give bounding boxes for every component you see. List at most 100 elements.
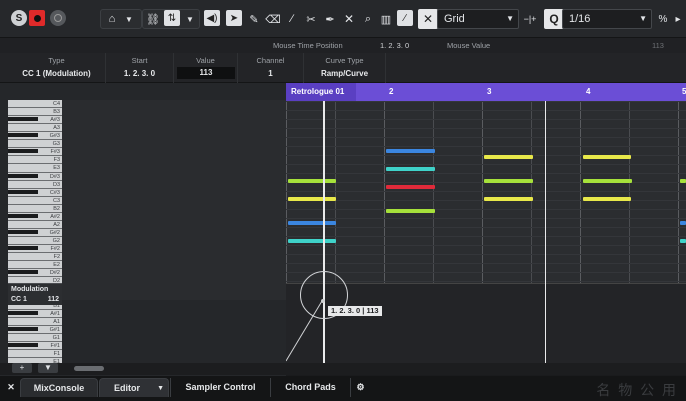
midi-note[interactable] [583,197,631,201]
grid-row-line [286,245,686,246]
quantize-select[interactable]: 1/16 ▼ [562,9,652,29]
tab-mixconsole[interactable]: MixConsole [20,378,98,397]
start-value[interactable]: 1. 2. 3. 0 [106,69,173,78]
grid-row-line [286,281,686,282]
midi-note[interactable] [386,185,435,189]
monitor-icon[interactable] [50,10,66,26]
bar-2-label: 2 [389,87,394,96]
arrow-icon[interactable]: ➤ [226,10,242,26]
midi-note[interactable] [484,155,533,159]
note-grid[interactable]: Retrologue 01 2 3 4 5 1. 2. 3. 0 | 113 [286,83,686,363]
piano-key-label: A#2 [8,213,62,221]
info-line: Mouse Time Position 1. 2. 3. 0 Mouse Val… [0,38,686,53]
type-value[interactable]: CC 1 (Modulation) [8,69,105,78]
piano-key-label: B2 [8,205,62,213]
percent-icon[interactable]: % [656,10,670,28]
piano-key-label: F#2 [8,245,62,254]
grid-row-line [286,263,686,264]
horizontal-scrollbar[interactable] [0,363,686,375]
mouse-value-value: 113 [652,41,664,50]
piano-keyboard[interactable]: C4 B3 A#3 A3 G#3 G3 F#3 F3 E3 D#3 D3 C#3 C3 B2 A#2 A2 G#… [8,100,62,366]
tab-sampler-control[interactable]: Sampler Control [170,378,270,397]
grid-row-line [286,173,686,174]
tab-editor[interactable]: Editor ▼ [99,378,169,397]
midi-note[interactable] [680,221,686,225]
piano-key-label: G2 [8,237,62,246]
grid-row-line [286,191,686,192]
grid-type-select[interactable]: Grid ▼ [437,9,519,29]
mouse-value-label: Mouse Value [447,41,491,50]
mute-x-icon[interactable]: ✕ [341,10,357,28]
scissors-icon[interactable]: ✂ [303,10,319,28]
grid-row-line [286,128,686,129]
expand-icon[interactable]: ▸ [672,10,684,28]
curve-value[interactable]: Ramp/Curve [304,69,385,78]
chevron-down-icon-3: ▼ [506,14,514,23]
lane-menu-button[interactable]: ▼ [38,363,58,373]
eraser-icon[interactable]: ⌫ [265,10,281,28]
value-column: Value 113 [174,53,238,83]
speaker-icon[interactable]: ◀) [204,10,220,26]
piano-key-label: C3 [8,197,62,205]
midi-note[interactable] [288,239,336,243]
midi-note[interactable] [680,239,686,243]
midi-note[interactable] [288,197,336,201]
left-pane: C4 B3 A#3 A3 G#3 G3 F#3 F3 E3 D#3 D3 C#3 C3 B2 A#2 A2 G#… [0,83,286,376]
midi-note[interactable] [386,209,435,213]
quantize-value: 1/16 [569,13,591,25]
glue-icon[interactable]: ✒ [322,10,338,28]
link-icon[interactable]: ⛓ [145,10,161,28]
home-icon[interactable]: ⌂ [104,10,120,28]
piano-key-label: F#1 [8,342,62,350]
event-info-row: Type CC 1 (Modulation) Start 1. 2. 3. 0 … [0,53,686,83]
pencil-icon[interactable]: ✎ [246,10,262,28]
midi-note[interactable] [680,179,686,183]
add-lane-button[interactable]: + [12,363,32,373]
curve-column: Curve Type Ramp/Curve [304,53,386,83]
quantize-icon[interactable]: Q [544,9,564,29]
controller-value: 112 [47,296,59,303]
transpose-icon[interactable]: ⇅ [164,10,180,26]
midi-note[interactable] [288,179,336,183]
zoom-icon[interactable]: ⌕ [360,10,376,28]
midi-note[interactable] [583,179,632,183]
bar-5-label: 5 [682,87,686,96]
piano-key-label: D3 [8,181,62,189]
bar-4-label: 4 [586,87,591,96]
value-label: Value [196,56,215,65]
start-column: Start 1. 2. 3. 0 [106,53,174,83]
value-input[interactable]: 113 [177,67,235,79]
solo-icon[interactable]: S [11,10,27,26]
mouse-time-value: 1. 2. 3. 0 [380,41,410,50]
toolbar: S ⌂ ▼ ⛓ ⇅ ▼ ◀) ➤ ✎ ⌫ ∕ ✂ ✒ ✕ ⌕ ▥ ∕ ✕ Gri… [0,0,686,38]
grid-row-line [286,254,686,255]
draw-line-icon[interactable]: ∕ [284,10,300,28]
gear-icon[interactable]: ⚙ [350,378,370,397]
piano-key-label: G#3 [8,132,62,141]
midi-note[interactable] [386,167,435,171]
controller-cc: CC 1 [11,296,27,303]
channel-value[interactable]: 1 [238,69,303,78]
record-icon[interactable] [29,10,45,26]
minus-plus-button[interactable]: −|+ [521,10,539,28]
part-ruler[interactable]: Retrologue 01 2 3 4 5 [286,83,686,101]
channel-label: Channel [256,56,285,65]
velocity-icon[interactable]: ▥ [378,10,394,28]
playhead-line[interactable] [545,101,546,363]
midi-note[interactable] [288,221,336,225]
piano-key-label: A3 [8,124,62,133]
chevron-down-icon-2[interactable]: ▼ [183,10,197,28]
piano-key-label: D#2 [8,269,62,278]
midi-note[interactable] [484,179,533,183]
line-tool-icon[interactable]: ∕ [397,10,413,26]
close-icon[interactable]: ✕ [4,378,18,397]
controller-lane-header[interactable]: Modulation CC 1 112 [8,283,62,305]
tab-chord-pads[interactable]: Chord Pads [270,378,350,397]
midi-note[interactable] [386,149,435,153]
snap-icon[interactable]: ✕ [418,9,438,29]
scroll-thumb[interactable] [74,366,104,371]
chevron-down-icon[interactable]: ▼ [122,10,136,28]
piano-key-label: F1 [8,350,62,358]
midi-note[interactable] [583,155,631,159]
midi-note[interactable] [484,197,533,201]
